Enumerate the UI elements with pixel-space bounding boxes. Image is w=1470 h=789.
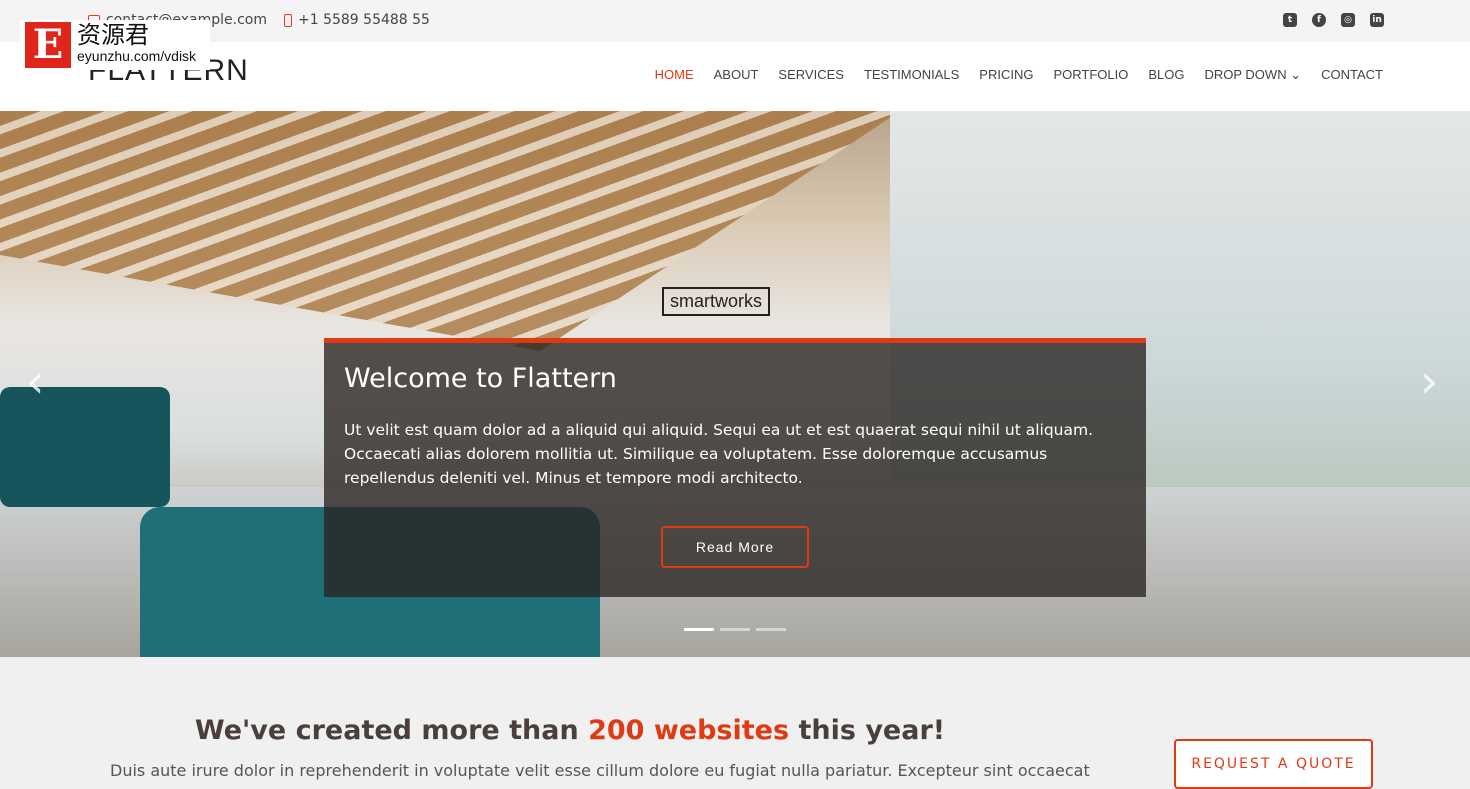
nav-home[interactable]: HOME bbox=[655, 67, 694, 83]
nav-testimonials[interactable]: TESTIMONIALS bbox=[864, 67, 959, 83]
carousel-next-icon[interactable]: › bbox=[1420, 358, 1444, 404]
hero-text: Ut velit est quam dolor ad a aliquid qui… bbox=[344, 421, 1094, 487]
request-quote-button[interactable]: REQUEST A QUOTE bbox=[1174, 739, 1373, 789]
cta-text: Duis aute irure dolor in reprehenderit i… bbox=[110, 761, 1090, 780]
phone-icon bbox=[284, 13, 292, 27]
watermark-url: eyunzhu.com/vdisk bbox=[77, 48, 197, 64]
nav-blog[interactable]: BLOG bbox=[1148, 67, 1184, 83]
nav-portfolio[interactable]: PORTFOLIO bbox=[1053, 67, 1128, 83]
chevron-down-icon: ⌄ bbox=[1290, 67, 1302, 82]
nav-dropdown[interactable]: DROP DOWN ⌄ bbox=[1204, 67, 1301, 83]
main-nav: HOME ABOUT SERVICES TESTIMONIALS PRICING… bbox=[655, 67, 1383, 83]
nav-services[interactable]: SERVICES bbox=[778, 67, 844, 83]
social-links: t f ◎ in bbox=[1283, 13, 1384, 27]
watermark-letter: E bbox=[25, 22, 71, 68]
hero-title: Welcome to Flattern bbox=[344, 363, 617, 394]
carousel-dot[interactable] bbox=[756, 628, 786, 631]
carousel-indicators bbox=[684, 628, 786, 631]
carousel-dot[interactable] bbox=[684, 628, 714, 631]
top-bar: contact@example.com +1 5589 55488 55 t f… bbox=[0, 0, 1470, 42]
cta-title: We've created more than 200 websites thi… bbox=[194, 715, 946, 746]
read-more-button[interactable]: Read More bbox=[661, 526, 809, 568]
hero-caption: Welcome to Flattern Ut velit est quam do… bbox=[324, 338, 1146, 597]
linkedin-icon[interactable]: in bbox=[1370, 13, 1384, 27]
nav-contact[interactable]: CONTACT bbox=[1321, 67, 1383, 83]
header: FLATTERN HOME ABOUT SERVICES TESTIMONIAL… bbox=[0, 42, 1470, 111]
watermark-title: 资源君 bbox=[77, 21, 149, 49]
contact-phone[interactable]: +1 5589 55488 55 bbox=[284, 12, 430, 28]
facebook-icon[interactable]: f bbox=[1312, 13, 1326, 27]
watermark-logo: E 资源君 eyunzhu.com/vdisk bbox=[20, 20, 210, 70]
nav-pricing[interactable]: PRICING bbox=[979, 67, 1033, 83]
carousel-dot[interactable] bbox=[720, 628, 750, 631]
twitter-icon[interactable]: t bbox=[1283, 13, 1297, 27]
hero-carousel: smartworks ‹ › Welcome to Flattern Ut ve… bbox=[0, 111, 1470, 657]
instagram-icon[interactable]: ◎ bbox=[1341, 13, 1355, 27]
nav-about[interactable]: ABOUT bbox=[714, 67, 759, 83]
carousel-prev-icon[interactable]: ‹ bbox=[26, 358, 50, 404]
hero-image-sign: smartworks bbox=[662, 287, 771, 316]
